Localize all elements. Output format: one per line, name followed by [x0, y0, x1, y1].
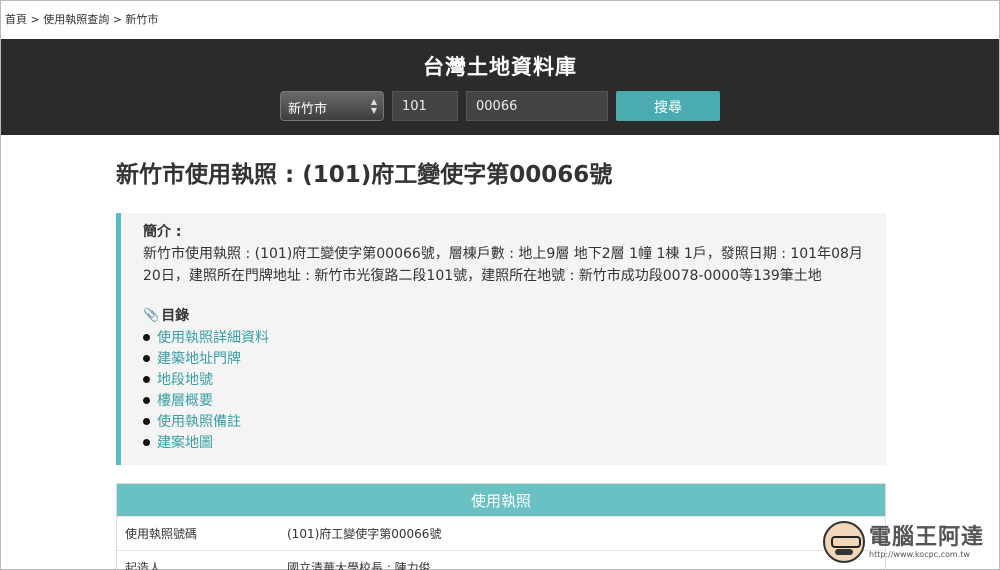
breadcrumb: 首頁 > 使用執照查詢 > 新竹市 [1, 1, 999, 39]
list-item: 建築地址門牌 [143, 348, 886, 369]
site-title[interactable]: 台灣土地資料庫 [1, 51, 999, 81]
toc-list: 使用執照詳細資料 建築地址門牌 地段地號 樓層概要 使用執照備註 建案地圖 [143, 327, 886, 453]
toc-link-project-map[interactable]: 建案地圖 [157, 432, 213, 454]
toc-heading: 📎 目錄 [143, 305, 886, 327]
table-cell-value: 國立清華大學校長 : 陳力俊 [287, 561, 431, 570]
bullet-icon [143, 397, 150, 404]
watermark-text: 電腦王阿達 http://www.kocpc.com.tw [869, 524, 985, 559]
breadcrumb-text[interactable]: 首頁 > 使用執照查詢 > 新竹市 [5, 13, 158, 26]
watermark-url: http://www.kocpc.com.tw [869, 549, 970, 559]
intro-panel: 簡介 : 新竹市使用執照 : (101)府工變使字第00066號，層棟戶數 : … [116, 213, 886, 465]
bullet-icon [143, 334, 150, 341]
watermark-title: 電腦王阿達 [869, 524, 985, 550]
permit-number-input[interactable]: 00066 [466, 91, 608, 121]
table-cell-value: (101)府工變使字第00066號 [287, 527, 442, 541]
search-form: 新竹市 ▲ ▼ 101 00066 搜尋 [280, 91, 720, 121]
list-item: 樓層概要 [143, 390, 886, 411]
list-item: 建案地圖 [143, 432, 886, 453]
search-button[interactable]: 搜尋 [616, 91, 720, 121]
toc-link-floor-summary[interactable]: 樓層概要 [157, 390, 213, 412]
toc-link-permit-notes[interactable]: 使用執照備註 [157, 411, 241, 433]
list-item: 地段地號 [143, 369, 886, 390]
year-input[interactable]: 101 [392, 91, 458, 121]
intro-heading: 簡介 : [143, 224, 182, 240]
bullet-icon [143, 439, 150, 446]
page-title: 新竹市使用執照 : (101)府工變使字第00066號 [116, 162, 613, 188]
list-item: 使用執照詳細資料 [143, 327, 886, 348]
bullet-icon [143, 376, 150, 383]
mascot-icon [823, 521, 865, 563]
table-row: 起造人 國立清華大學校長 : 陳力俊 [117, 550, 885, 570]
permit-table-title: 使用執照 [117, 484, 885, 516]
table-cell-label: 起造人 [125, 561, 162, 570]
city-select[interactable]: 新竹市 ▲ ▼ [280, 91, 384, 121]
table-cell-label: 使用執照號碼 [125, 527, 198, 541]
toc-link-land-parcel[interactable]: 地段地號 [157, 369, 213, 391]
site-header: 台灣土地資料庫 新竹市 ▲ ▼ 101 00066 搜尋 [1, 39, 999, 135]
list-item: 使用執照備註 [143, 411, 886, 432]
bullet-icon [143, 355, 150, 362]
city-select-value: 新竹市 [288, 102, 328, 117]
bullet-icon [143, 418, 150, 425]
watermark-logo: 電腦王阿達 http://www.kocpc.com.tw [823, 517, 993, 567]
permit-table: 使用執照 使用執照號碼 (101)府工變使字第00066號 起造人 國立清華大學… [116, 483, 886, 570]
table-row: 使用執照號碼 (101)府工變使字第00066號 [117, 516, 885, 550]
toc-link-permit-details[interactable]: 使用執照詳細資料 [157, 327, 269, 349]
toc-link-address[interactable]: 建築地址門牌 [157, 348, 241, 370]
paperclip-icon: 📎 [143, 308, 160, 323]
select-arrows-icon: ▲ ▼ [370, 97, 377, 115]
intro-text: 新竹市使用執照 : (101)府工變使字第00066號，層棟戶數 : 地上9層 … [143, 246, 863, 284]
toc-heading-label: 目錄 [161, 308, 190, 324]
